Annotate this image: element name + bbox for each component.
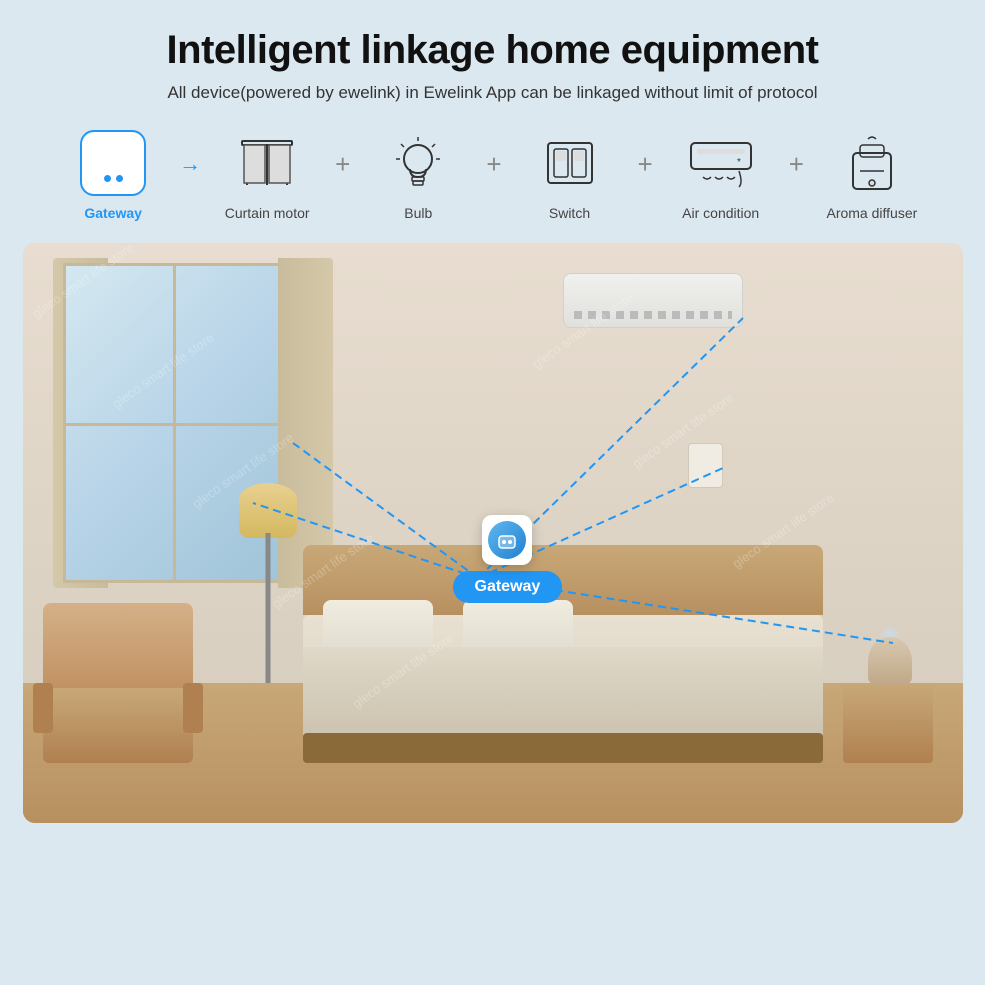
window-frame-vertical (173, 266, 176, 580)
page-title: Intelligent linkage home equipment (167, 28, 819, 73)
room-image: Gateway gleco smart life store gleco sma… (23, 243, 963, 823)
plus-icon-3: + (638, 149, 653, 200)
room-background: Gateway gleco smart life store gleco sma… (23, 243, 963, 823)
gateway-dot (104, 175, 111, 182)
devices-row: Gateway → Curtain motor + (40, 127, 945, 221)
switch-label: Switch (549, 205, 590, 221)
curtain-motor-label: Curtain motor (225, 205, 310, 221)
device-aroma-diffuser: Aroma diffuser (812, 127, 932, 221)
chair-back (43, 603, 193, 693)
arrow-right-icon: → (179, 151, 201, 197)
gateway-label: Gateway (84, 205, 142, 221)
bed (303, 563, 823, 763)
air-condition-icon: * (685, 127, 757, 199)
floor-lamp (238, 483, 298, 683)
bulb-label: Bulb (404, 205, 432, 221)
room-gateway-inner (488, 521, 526, 559)
chair-arm-left (33, 683, 53, 733)
diffuser-body (868, 637, 912, 685)
aroma-diffuser-icon (836, 127, 908, 199)
bed-blanket (303, 647, 823, 735)
device-air-condition: * Air condition (661, 127, 781, 221)
switch-icon (534, 127, 606, 199)
page-container: Intelligent linkage home equipment All d… (0, 0, 985, 985)
aroma-diffuser-label: Aroma diffuser (826, 205, 917, 221)
svg-text:*: * (737, 157, 741, 168)
room-aroma-diffuser (865, 625, 915, 685)
nightstand-right (843, 683, 933, 763)
device-gateway: Gateway (53, 127, 173, 221)
room-wall-switch (688, 443, 723, 488)
gateway-dots (104, 175, 123, 182)
gateway-dot (116, 175, 123, 182)
room-gateway-badge: Gateway (453, 571, 563, 603)
plus-icon-2: + (486, 149, 501, 200)
bed-frame (303, 733, 823, 763)
curtain-motor-icon (231, 127, 303, 199)
device-curtain-motor: Curtain motor (207, 127, 327, 221)
air-condition-label: Air condition (682, 205, 759, 221)
lamp-pole (265, 533, 270, 683)
device-switch: Switch (510, 127, 630, 221)
bulb-icon (382, 127, 454, 199)
room-gateway-device: Gateway (453, 515, 563, 603)
chair-arm-right (183, 683, 203, 733)
room-ac-unit (563, 273, 743, 328)
device-bulb: Bulb (358, 127, 478, 221)
room-gateway-icon (482, 515, 532, 565)
gateway-icon (80, 130, 146, 196)
lamp-shade (239, 483, 297, 538)
chair-seat (43, 688, 193, 763)
plus-icon-4: + (789, 149, 804, 200)
plus-icon-1: + (335, 149, 350, 200)
armchair (33, 593, 203, 763)
ac-vent (574, 311, 732, 319)
gateway-icon-wrap (77, 127, 149, 199)
page-subtitle: All device(powered by ewelink) in Ewelin… (167, 83, 817, 103)
